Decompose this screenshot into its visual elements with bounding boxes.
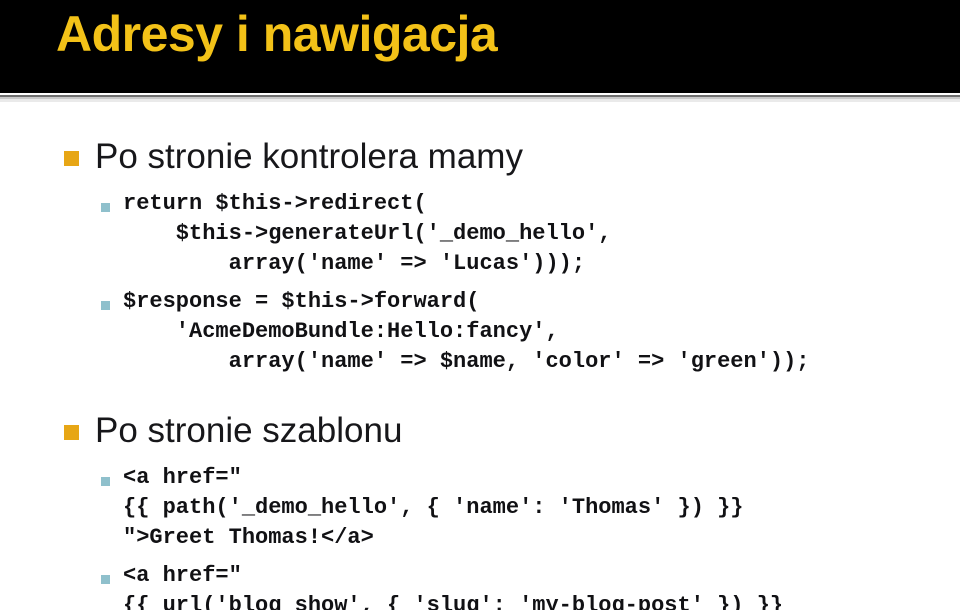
code-block: return $this->redirect( $this->generateU… (123, 191, 612, 276)
section-heading-row: Po stronie kontrolera mamy (0, 133, 960, 181)
code-block: <a href=" {{ url('blog_show', { 'slug': … (123, 563, 784, 610)
header-divider (0, 93, 960, 103)
code-bullet-row: return $this->redirect( $this->generateU… (0, 189, 960, 279)
section-heading-label: Po stronie szablonu (95, 411, 403, 450)
code-block: <a href=" {{ path('_demo_hello', { 'name… (123, 465, 744, 550)
code-bullet-row: $response = $this->forward( 'AcmeDemoBun… (0, 287, 960, 377)
square-bullet-icon (64, 151, 79, 166)
section-heading-label: Po stronie kontrolera mamy (95, 137, 523, 176)
slide-title: Adresy i nawigacja (56, 6, 498, 62)
divider-rule-light (0, 99, 960, 102)
slide-body: Po stronie kontrolera mamy return $this-… (0, 103, 960, 610)
presentation-slide: Adresy i nawigacja Po stronie kontrolera… (0, 0, 960, 610)
code-bullet-row: <a href=" {{ path('_demo_hello', { 'name… (0, 463, 960, 553)
small-square-bullet-icon (101, 575, 110, 584)
code-bullet-row: <a href=" {{ url('blog_show', { 'slug': … (0, 561, 960, 610)
small-square-bullet-icon (101, 477, 110, 486)
square-bullet-icon (64, 425, 79, 440)
small-square-bullet-icon (101, 203, 110, 212)
section-heading-row: Po stronie szablonu (0, 407, 960, 455)
code-block: $response = $this->forward( 'AcmeDemoBun… (123, 289, 810, 374)
small-square-bullet-icon (101, 301, 110, 310)
